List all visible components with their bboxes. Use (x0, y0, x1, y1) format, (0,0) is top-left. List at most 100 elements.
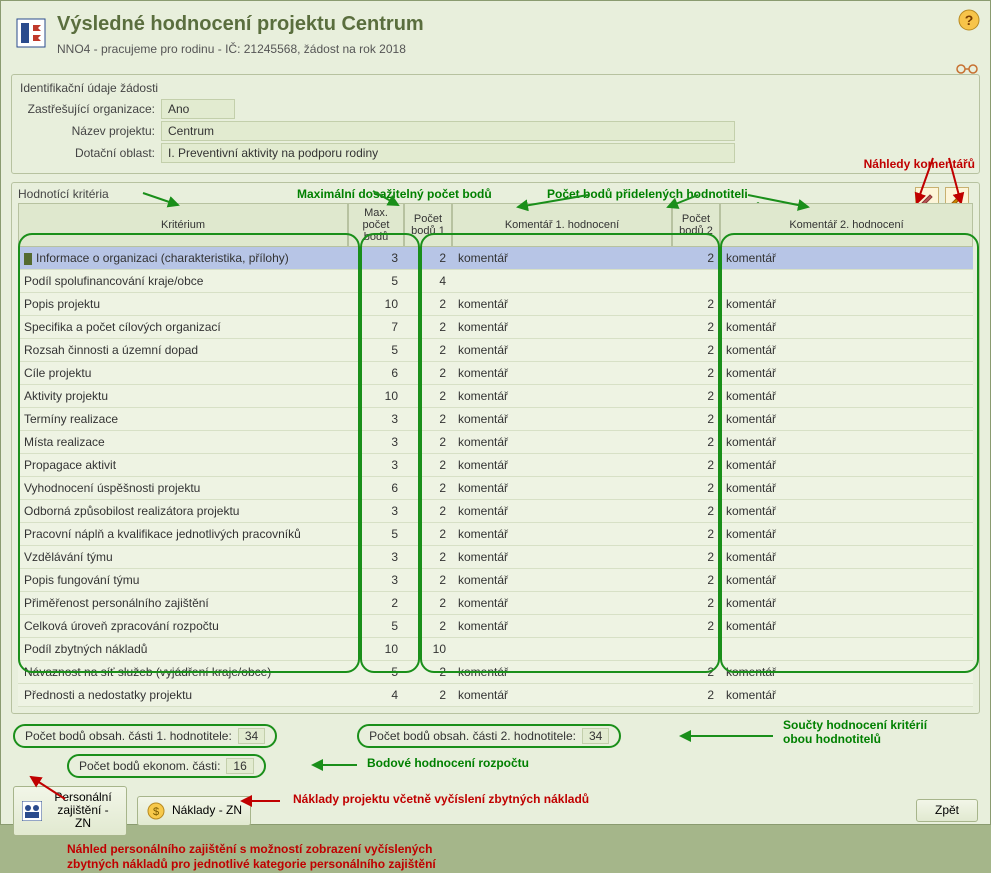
summary-1-label: Počet bodů obsah. části 1. hodnotitele: (25, 729, 232, 743)
table-row[interactable]: Podíl spolufinancování kraje/obce54 (18, 270, 973, 293)
cell-comment-2 (720, 638, 973, 661)
cell-criterion: Aktivity projektu (18, 385, 348, 408)
annot-bodove: Bodové hodnocení rozpočtu (367, 756, 529, 770)
cell-points-2: 2 (672, 408, 720, 431)
summary-1-value: 34 (238, 728, 265, 744)
org-value: Ano (161, 99, 235, 119)
th-p2[interactable]: Počet bodů 2 (672, 203, 720, 247)
cell-points-2 (672, 270, 720, 293)
cell-comment-2: komentář (720, 615, 973, 638)
cell-max: 5 (348, 661, 404, 684)
cell-comment-1: komentář (452, 316, 672, 339)
cell-comment-1: komentář (452, 592, 672, 615)
cell-points-1: 10 (404, 638, 452, 661)
th-p1[interactable]: Počet bodů 1 (404, 203, 452, 247)
cell-max: 10 (348, 385, 404, 408)
cell-comment-1: komentář (452, 523, 672, 546)
cell-max: 3 (348, 247, 404, 270)
page-subtitle: NNO4 - pracujeme pro rodinu - IČ: 212455… (57, 42, 976, 56)
th-k1[interactable]: Komentář 1. hodnocení (452, 203, 672, 247)
cell-comment-1: komentář (452, 408, 672, 431)
cell-comment-1: komentář (452, 454, 672, 477)
cell-comment-1: komentář (452, 569, 672, 592)
cell-max: 5 (348, 523, 404, 546)
cell-comment-1: komentář (452, 293, 672, 316)
cell-points-2 (672, 638, 720, 661)
cell-comment-2: komentář (720, 316, 973, 339)
cell-points-1: 2 (404, 615, 452, 638)
cell-criterion: Cíle projektu (18, 362, 348, 385)
cell-max: 5 (348, 270, 404, 293)
cell-comment-2: komentář (720, 431, 973, 454)
th-max[interactable]: Max. počet bodů (348, 203, 404, 247)
table-row[interactable]: Aktivity projektu102komentář2komentář (18, 385, 973, 408)
cell-comment-2: komentář (720, 569, 973, 592)
cell-points-1: 2 (404, 500, 452, 523)
cell-max: 2 (348, 592, 404, 615)
cell-criterion: Rozsah činnosti a územní dopad (18, 339, 348, 362)
cell-max: 6 (348, 477, 404, 500)
cell-points-2: 2 (672, 316, 720, 339)
cell-points-1: 2 (404, 546, 452, 569)
cell-comment-1: komentář (452, 661, 672, 684)
cell-comment-2: komentář (720, 247, 973, 270)
cell-max: 10 (348, 293, 404, 316)
back-button[interactable]: Zpět (916, 799, 978, 822)
table-row[interactable]: Návaznost na síť služeb (vyjádření kraje… (18, 661, 973, 684)
table-row[interactable]: Celková úroveň zpracování rozpočtu52kome… (18, 615, 973, 638)
cell-criterion: Pracovní náplň a kvalifikace jednotlivýc… (18, 523, 348, 546)
table-row[interactable]: Popis fungování týmu32komentář2komentář (18, 569, 973, 592)
cell-criterion: Přiměřenost personálního zajištění (18, 592, 348, 615)
people-icon (22, 801, 42, 821)
table-row[interactable]: Podíl zbytných nákladů1010 (18, 638, 973, 661)
table-row[interactable]: Přednosti a nedostatky projektu42komentá… (18, 684, 973, 707)
summary-2: Počet bodů obsah. části 2. hodnotitele: … (357, 724, 621, 748)
cell-points-1: 2 (404, 247, 452, 270)
cell-points-1: 2 (404, 477, 452, 500)
summary-econ-value: 16 (226, 758, 253, 774)
page-title: Výsledné hodnocení projektu Centrum (57, 13, 976, 36)
table-row[interactable]: Specifika a počet cílových organizací72k… (18, 316, 973, 339)
costs-button[interactable]: $ Náklady - ZN (137, 796, 251, 826)
cell-comment-1 (452, 270, 672, 293)
table-row[interactable]: Propagace aktivit32komentář2komentář (18, 454, 973, 477)
org-label: Zastřešující organizace: (20, 102, 161, 116)
cell-points-1: 2 (404, 362, 452, 385)
th-criterion[interactable]: Kritérium (18, 203, 348, 247)
cell-comment-2: komentář (720, 661, 973, 684)
cell-criterion: Návaznost na síť služeb (vyjádření kraje… (18, 661, 348, 684)
th-k2[interactable]: Komentář 2. hodnocení (720, 203, 973, 247)
cell-comment-1: komentář (452, 385, 672, 408)
cell-points-2: 2 (672, 546, 720, 569)
criteria-fieldset: Hodnotící kritéria Kritérium hodnocení M… (11, 182, 980, 714)
cell-comment-2: komentář (720, 477, 973, 500)
table-row[interactable]: Vyhodnocení úspěšnosti projektu62komentá… (18, 477, 973, 500)
summary-2-value: 34 (582, 728, 609, 744)
cell-comment-1: komentář (452, 339, 672, 362)
table-row[interactable]: Termíny realizace32komentář2komentář (18, 408, 973, 431)
personal-button[interactable]: Personální zajištění - ZN (13, 786, 127, 836)
cell-points-1: 2 (404, 385, 452, 408)
coins-icon: $ (146, 801, 166, 821)
table-row[interactable]: Vzdělávání týmu32komentář2komentář (18, 546, 973, 569)
cell-points-2: 2 (672, 592, 720, 615)
criteria-table[interactable]: Kritérium Max. počet bodů Počet bodů 1 K… (18, 203, 973, 707)
table-row[interactable]: Odborná způsobilost realizátora projektu… (18, 500, 973, 523)
table-row[interactable]: Pracovní náplň a kvalifikace jednotlivýc… (18, 523, 973, 546)
cell-points-1: 2 (404, 592, 452, 615)
cell-points-1: 2 (404, 569, 452, 592)
table-row[interactable]: Rozsah činnosti a územní dopad52komentář… (18, 339, 973, 362)
cell-comment-2: komentář (720, 293, 973, 316)
cell-criterion: Vzdělávání týmu (18, 546, 348, 569)
help-icon[interactable]: ? (958, 9, 980, 34)
table-row[interactable]: Místa realizace32komentář2komentář (18, 431, 973, 454)
table-row[interactable]: Přiměřenost personálního zajištění22kome… (18, 592, 973, 615)
cell-comment-1: komentář (452, 500, 672, 523)
table-row[interactable]: Cíle projektu62komentář2komentář (18, 362, 973, 385)
cell-comment-2: komentář (720, 362, 973, 385)
table-row[interactable]: Popis projektu102komentář2komentář (18, 293, 973, 316)
cell-points-1: 2 (404, 661, 452, 684)
cell-criterion: Odborná způsobilost realizátora projektu (18, 500, 348, 523)
table-row[interactable]: Informace o organizaci (charakteristika,… (18, 247, 973, 270)
proj-value: Centrum (161, 121, 735, 141)
